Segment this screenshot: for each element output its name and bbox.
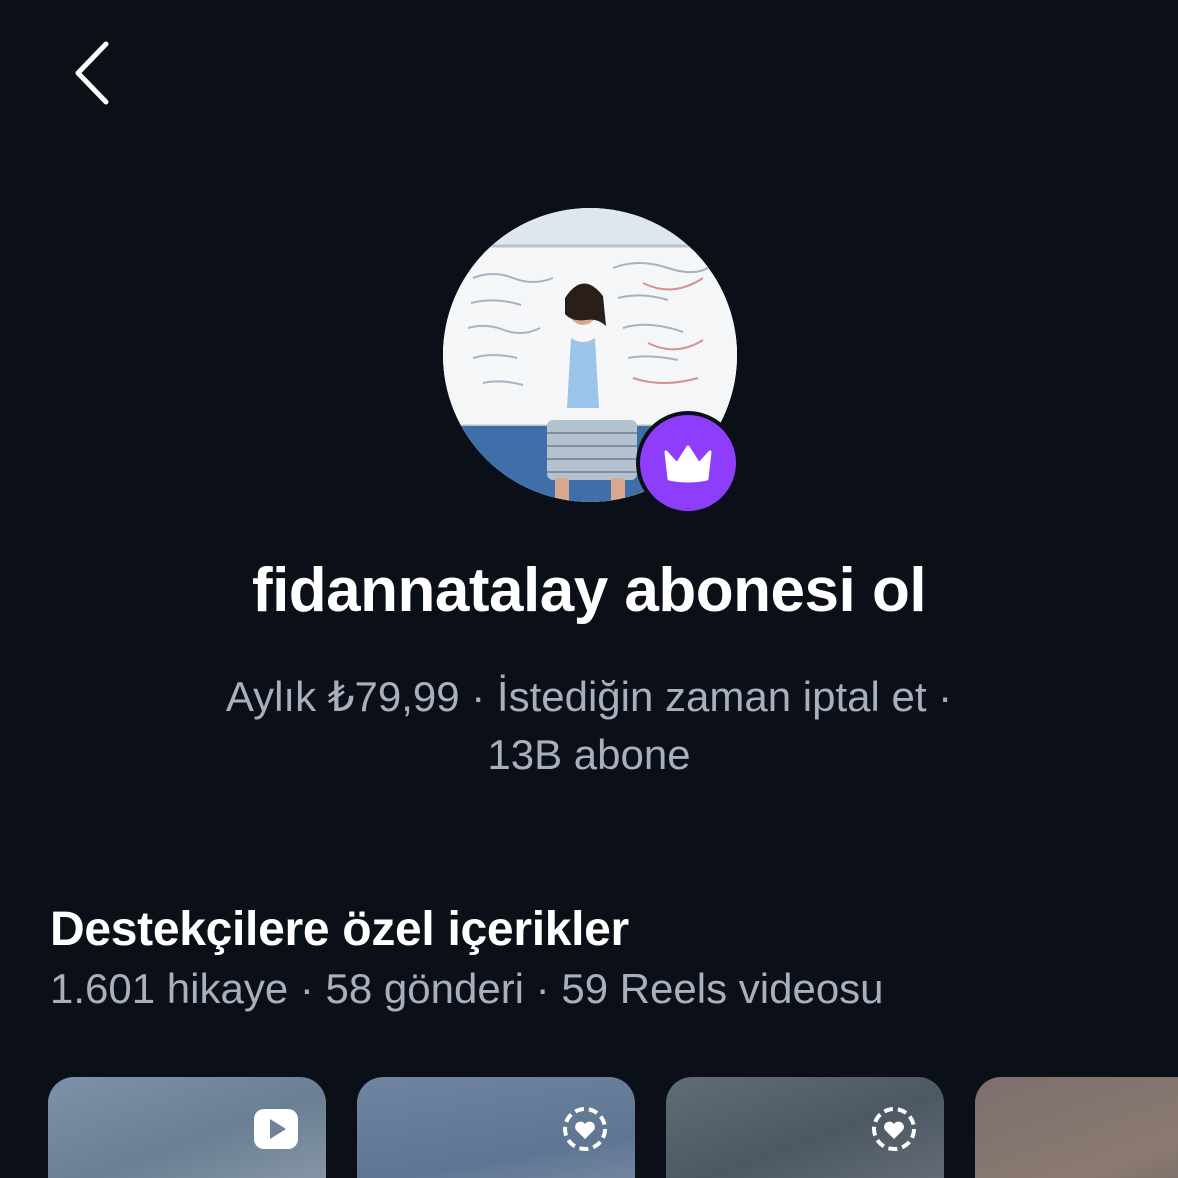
content-carousel[interactable] [48,1077,1178,1178]
page-title: fidannatalay abonesi ol [251,556,927,625]
heart-ring-icon [563,1107,607,1151]
content-thumbnail[interactable] [666,1077,944,1178]
section-meta: 1.601 hikaye · 58 gönderi · 59 Reels vid… [50,965,884,1013]
separator: · [926,673,953,720]
content-thumbnail[interactable] [48,1077,326,1178]
price-text: Aylık ₺79,99 [225,673,460,720]
play-icon [254,1109,298,1149]
reels-count: 59 Reels videosu [561,965,884,1012]
crown-icon [664,445,712,483]
stories-count: 1.601 hikaye [50,965,289,1012]
subscription-page: fidannatalay abonesi ol Aylık ₺79,99 · İ… [0,0,1178,1178]
separator: · [524,965,562,1012]
content-thumbnail[interactable] [975,1077,1178,1178]
back-button[interactable] [52,28,132,118]
separator: · [459,673,497,720]
subscription-details: Aylık ₺79,99 · İstediğin zaman iptal et … [120,668,1058,784]
subscriber-badge [636,411,740,515]
content-thumbnail[interactable] [357,1077,635,1178]
subscriber-count: 13B abone [487,731,691,778]
chevron-left-icon [75,41,109,105]
posts-count: 58 gönderi [325,965,525,1012]
profile-avatar-wrap [443,208,741,515]
section-title: Destekçilere özel içerikler [50,903,629,956]
cancel-note: İstediğin zaman iptal et [496,673,927,720]
heart-ring-icon [872,1107,916,1151]
separator: · [288,965,326,1012]
